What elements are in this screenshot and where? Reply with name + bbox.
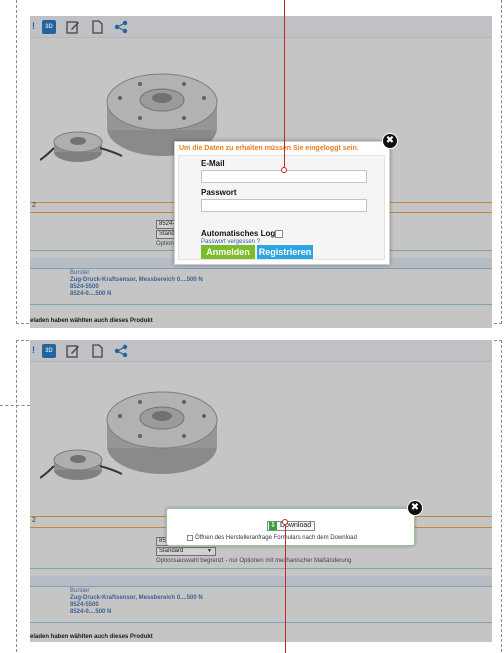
autologin-label: Automatisches Login	[201, 229, 283, 238]
annotation-marker-dot	[282, 519, 288, 525]
related-products-heading: eladen haben wählten auch dieses Produkt	[30, 634, 153, 640]
autologin-checkbox[interactable]	[275, 230, 283, 238]
standard-select-value: Standard	[159, 548, 184, 554]
options-text: Optionsauswahl begrenzt - nur Optionen m…	[156, 558, 352, 564]
open-form-label: Öffnen des Herstelleranfrage Formulars n…	[195, 535, 357, 541]
password-field[interactable]	[201, 199, 367, 212]
divider-blue	[30, 568, 492, 569]
share-icon[interactable]	[114, 20, 128, 34]
download-icon: ⇩	[269, 522, 277, 530]
product-panel-bottom: ! 3D 2 85 Standard ▼ Optionsauswahl begr…	[30, 340, 492, 642]
open-form-checkbox[interactable]	[187, 535, 193, 541]
product-image	[40, 391, 218, 480]
divider-blue	[30, 622, 492, 623]
row-number: 2	[32, 517, 36, 524]
document-icon[interactable]	[90, 344, 104, 358]
edit-icon[interactable]	[66, 20, 80, 34]
dashed-connector	[0, 405, 30, 406]
register-button[interactable]: Registrieren	[257, 245, 313, 259]
close-icon[interactable]: ✖	[408, 501, 422, 515]
password-label: Passwort	[201, 188, 237, 197]
related-products-heading: eladen haben wählten auch dieses Produkt	[30, 318, 153, 324]
manufacturer[interactable]: Burster	[70, 588, 89, 595]
manufacturer[interactable]: Burster	[70, 270, 89, 277]
document-icon[interactable]	[90, 20, 104, 34]
edit-icon[interactable]	[66, 344, 80, 358]
download-modal: ⇩ Download Öffnen des Herstelleranfrage …	[166, 508, 415, 546]
close-icon[interactable]: ✖	[383, 134, 397, 148]
info-band	[30, 576, 492, 586]
product-range: 8524-0....500 N	[70, 291, 112, 297]
3d-view-icon[interactable]: 3D	[42, 20, 56, 34]
3d-view-icon[interactable]: 3D	[42, 344, 56, 358]
email-label: E-Mail	[201, 159, 225, 168]
product-info: Burster Zug-Druck-Kraftsensor, Messberei…	[30, 588, 492, 620]
login-button[interactable]: Anmelden	[201, 245, 255, 259]
toolbar-left-glyph: !	[32, 21, 35, 31]
product-number: 8524-5500	[70, 602, 99, 608]
toolbar: ! 3D	[30, 16, 492, 38]
toolbar: ! 3D	[30, 340, 492, 362]
login-modal: Um die Daten zu erhalten müssen Sie eing…	[174, 141, 390, 265]
annotation-marker-dot	[281, 167, 287, 173]
product-info: Burster Zug-Druck-Kraftsensor, Messberei…	[30, 270, 492, 302]
chevron-down-icon: ▼	[207, 548, 212, 554]
download-button[interactable]: ⇩ Download	[267, 521, 315, 531]
standard-select[interactable]: Standard ▼	[156, 547, 216, 556]
open-form-option: Öffnen des Herstelleranfrage Formulars n…	[187, 535, 357, 541]
product-range: 8524-0....500 N	[70, 609, 112, 615]
row-number: 2	[32, 202, 36, 209]
product-number: 8524-5500	[70, 284, 99, 290]
product-title[interactable]: Zug-Druck-Kraftsensor, Messbereich 0....…	[70, 277, 203, 284]
login-notice: Um die Daten zu erhalten müssen Sie eing…	[179, 145, 359, 152]
annotation-marker-line	[284, 0, 285, 168]
share-icon[interactable]	[114, 344, 128, 358]
product-title[interactable]: Zug-Druck-Kraftsensor, Messbereich 0....…	[70, 595, 203, 602]
divider-blue	[30, 268, 492, 269]
divider-blue	[30, 304, 492, 305]
toolbar-left-glyph: !	[32, 345, 35, 355]
annotation-marker-line	[285, 526, 286, 653]
divider-blue	[30, 586, 492, 587]
